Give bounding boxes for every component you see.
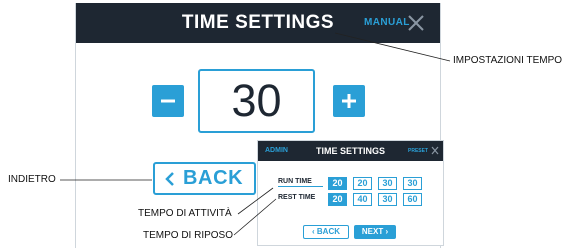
callout-impostazioni-tempo: IMPOSTAZIONI TEMPO	[453, 55, 563, 66]
callout-tempo-attivita: TEMPO DI ATTIVITÀ	[138, 208, 232, 219]
callout-indietro: INDIETRO	[8, 174, 56, 185]
callout-tempo-riposo: TEMPO DI RIPOSO	[143, 230, 234, 241]
callout-lines	[60, 32, 451, 236]
